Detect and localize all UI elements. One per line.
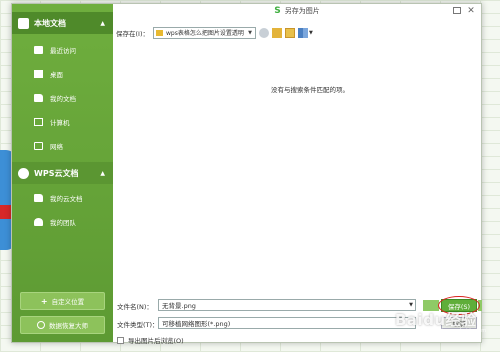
dialog-title: 另存为图片 xyxy=(284,7,320,15)
cloud-folder-icon xyxy=(34,194,43,202)
location-dropdown[interactable]: wps表格怎么把图片设置透明 ▼ xyxy=(153,26,256,39)
restore-icon xyxy=(453,7,461,14)
empty-message: 没有与搜索条件匹配的项。 xyxy=(271,86,349,94)
back-button[interactable] xyxy=(259,27,269,38)
sidebar-item-recent[interactable]: 最近访问 xyxy=(12,38,113,62)
chevron-up-icon: ▲ xyxy=(100,19,105,27)
sidebar: 本地文档 ▲ 最近访问 桌面 我的文档 计算机 网络 WPS云文档 ▲ 我的云文… xyxy=(12,4,113,342)
filename-value: 无背景.png xyxy=(162,302,196,310)
sidebar-item-label: 计算机 xyxy=(50,119,70,127)
wps-cloud-label: WPS云文档 xyxy=(34,168,79,178)
filename-input[interactable]: 无背景.png ▼ xyxy=(158,299,416,311)
location-value: wps表格怎么把图片设置透明 xyxy=(166,30,244,37)
filetype-select[interactable]: 可移植网络图形(*.png) xyxy=(158,317,416,329)
chevron-down-icon: ▼ xyxy=(248,29,252,36)
open-after-export-label: 导出图片后浏览(O) xyxy=(128,337,184,345)
network-icon xyxy=(34,142,43,150)
up-folder-button[interactable] xyxy=(272,27,282,38)
plus-icon: + xyxy=(40,296,48,306)
location-row: 保存在(I)： wps表格怎么把图片设置透明 ▼ ▼ xyxy=(116,26,313,39)
close-icon: ✕ xyxy=(467,5,475,16)
local-docs-icon xyxy=(18,17,29,29)
sidebar-item-label: 桌面 xyxy=(50,71,63,79)
location-label: 保存在(I)： xyxy=(116,29,149,38)
title-bar: S 另存为图片 xyxy=(113,4,481,18)
open-after-export-checkbox[interactable] xyxy=(117,336,124,344)
folder-icon xyxy=(156,29,163,36)
view-menu-button[interactable] xyxy=(298,27,308,38)
data-recovery-label: 数据恢复大师 xyxy=(49,322,88,330)
recent-icon xyxy=(34,46,43,54)
new-folder-button[interactable] xyxy=(285,27,295,38)
sidebar-item-label: 最近访问 xyxy=(50,47,76,55)
close-button[interactable]: ✕ xyxy=(465,5,477,16)
cloud-icon xyxy=(18,167,29,179)
open-after-export-option[interactable]: 导出图片后浏览(O) xyxy=(117,335,184,345)
local-docs-label: 本地文档 xyxy=(34,18,66,28)
sidebar-item-label: 我的云文档 xyxy=(50,195,83,203)
sidebar-item-computer[interactable]: 计算机 xyxy=(12,110,113,134)
wps-cloud-section-header[interactable]: WPS云文档 ▲ xyxy=(12,162,113,184)
sidebar-item-label: 我的团队 xyxy=(50,219,76,227)
chevron-up-icon: ▲ xyxy=(100,169,105,177)
sidebar-item-my-cloud-docs[interactable]: 我的云文档 xyxy=(12,186,113,210)
computer-icon xyxy=(34,118,43,126)
local-docs-section-header[interactable]: 本地文档 ▲ xyxy=(12,12,113,34)
sidebar-item-my-documents[interactable]: 我的文档 xyxy=(12,86,113,110)
filetype-value: 可移植网络图形(*.png) xyxy=(162,320,231,328)
data-recovery-button[interactable]: 数据恢复大师 xyxy=(20,316,105,334)
desktop-icon xyxy=(34,70,43,78)
custom-location-button[interactable]: + 自定义位置 xyxy=(20,292,105,310)
chevron-down-icon[interactable]: ▼ xyxy=(409,302,413,308)
save-as-image-dialog: 本地文档 ▲ 最近访问 桌面 我的文档 计算机 网络 WPS云文档 ▲ 我的云文… xyxy=(11,3,482,345)
filename-label: 文件名(N)： xyxy=(117,303,153,311)
restore-button[interactable] xyxy=(451,5,463,16)
sidebar-item-label: 我的文档 xyxy=(50,95,76,103)
custom-location-label: 自定义位置 xyxy=(51,298,85,306)
sidebar-item-network[interactable]: 网络 xyxy=(12,134,113,158)
sidebar-item-my-team[interactable]: 我的团队 xyxy=(12,210,113,234)
baidu-watermark: Baidu经验 xyxy=(395,311,477,329)
sidebar-item-label: 网络 xyxy=(50,143,63,151)
baidu-watermark-url: jingyan.baidu.com xyxy=(440,328,487,334)
filetype-label: 文件类型(T)： xyxy=(117,321,159,329)
folder-icon xyxy=(34,94,43,102)
chevron-down-icon[interactable]: ▼ xyxy=(309,30,313,36)
recovery-icon xyxy=(37,321,45,329)
team-icon xyxy=(34,218,43,226)
file-list-area[interactable]: 没有与搜索条件匹配的项。 xyxy=(113,42,480,290)
wps-logo-icon: S xyxy=(274,6,281,16)
sidebar-item-desktop[interactable]: 桌面 xyxy=(12,62,113,86)
